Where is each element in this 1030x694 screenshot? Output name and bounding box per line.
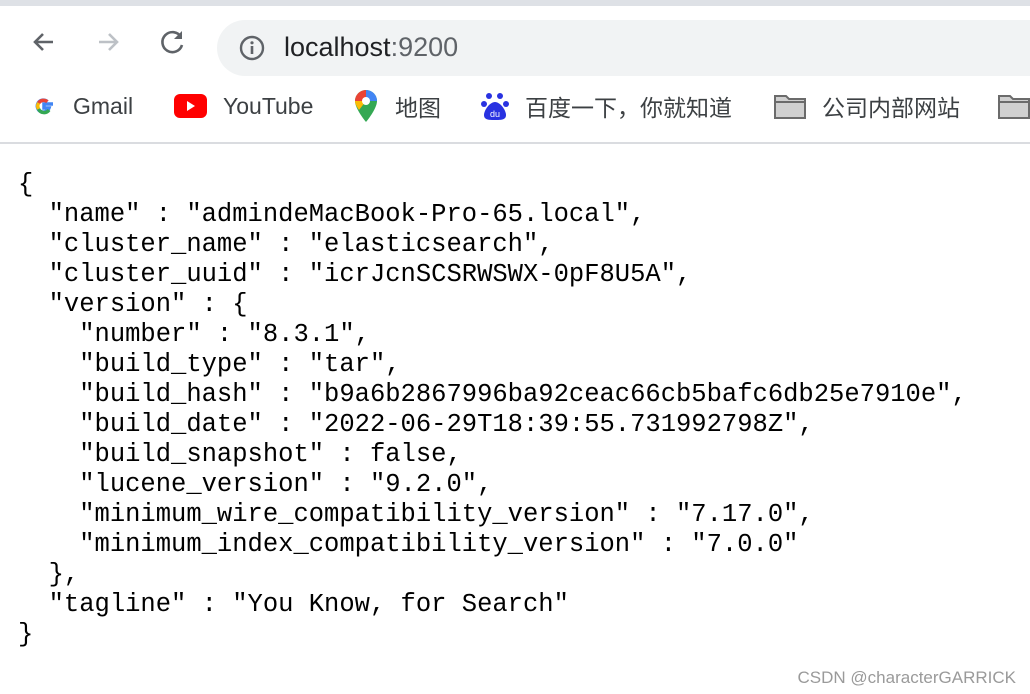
json-line: "cluster_uuid" : "icrJcnSCSRWSWX-0pF8U5A… [18,260,692,289]
bookmark-gmail[interactable]: Gmail [31,90,133,122]
maps-pin-icon [353,89,379,123]
url-port: :9200 [390,32,459,62]
baidu-paw-icon: du [481,91,509,121]
browser-toolbar: localhost:9200 [0,6,1030,76]
json-line: { [18,170,34,199]
json-line: "version" : { [18,290,248,319]
json-response: { "name" : "admindeMacBook-Pro-65.local"… [18,170,967,650]
json-line: "minimum_index_compatibility_version" : … [18,530,799,559]
json-line: "build_snapshot" : false, [18,440,462,469]
json-line: "build_hash" : "b9a6b2867996ba92ceac66cb… [18,380,967,409]
back-button[interactable] [28,26,60,58]
json-line: "lucene_version" : "9.2.0", [18,470,493,499]
info-icon [239,35,265,61]
bookmark-label: YouTube [223,92,314,119]
arrow-right-icon [99,33,119,51]
svg-text:du: du [490,109,500,119]
youtube-icon [174,94,207,118]
json-line: } [18,620,34,649]
folder-icon [774,93,806,119]
bookmark-folder[interactable]: 公司内部网站 [774,90,960,122]
bookmark-folder-overflow[interactable] [998,90,1030,122]
reload-button[interactable] [157,26,189,58]
json-line: "tagline" : "You Know, for Search" [18,590,569,619]
bookmark-label: 公司内部网站 [822,95,960,121]
bookmark-baidu[interactable]: du 百度一下，你就知道 [481,90,732,122]
json-line: "name" : "admindeMacBook-Pro-65.local", [18,200,646,229]
google-icon [31,93,57,119]
json-line: "build_date" : "2022-06-29T18:39:55.7319… [18,410,814,439]
bookmarks-bar: Gmail YouTube 地图 du 百度一下，你就知道 公司内部网站 [0,72,1030,142]
reload-icon [161,30,184,54]
json-line: "minimum_wire_compatibility_version" : "… [18,500,814,529]
json-line: "cluster_name" : "elasticsearch", [18,230,554,259]
url-host: localhost [284,32,391,62]
toolbar-divider [0,142,1030,144]
json-line: }, [18,560,80,589]
watermark: CSDN @characterGARRICK [797,668,1016,687]
bookmark-maps[interactable]: 地图 [353,90,441,122]
arrow-left-icon [33,33,53,51]
bookmark-youtube[interactable]: YouTube [174,90,313,122]
url-text[interactable]: localhost:9200 [284,32,458,63]
json-line: "number" : "8.3.1", [18,320,370,349]
bookmark-label: Gmail [73,92,134,119]
bookmark-label: 地图 [395,95,441,121]
folder-icon [998,93,1030,119]
forward-button[interactable] [92,26,124,58]
bookmark-label: 百度一下，你就知道 [525,95,732,121]
address-bar[interactable]: localhost:9200 [217,20,1030,76]
json-line: "build_type" : "tar", [18,350,401,379]
